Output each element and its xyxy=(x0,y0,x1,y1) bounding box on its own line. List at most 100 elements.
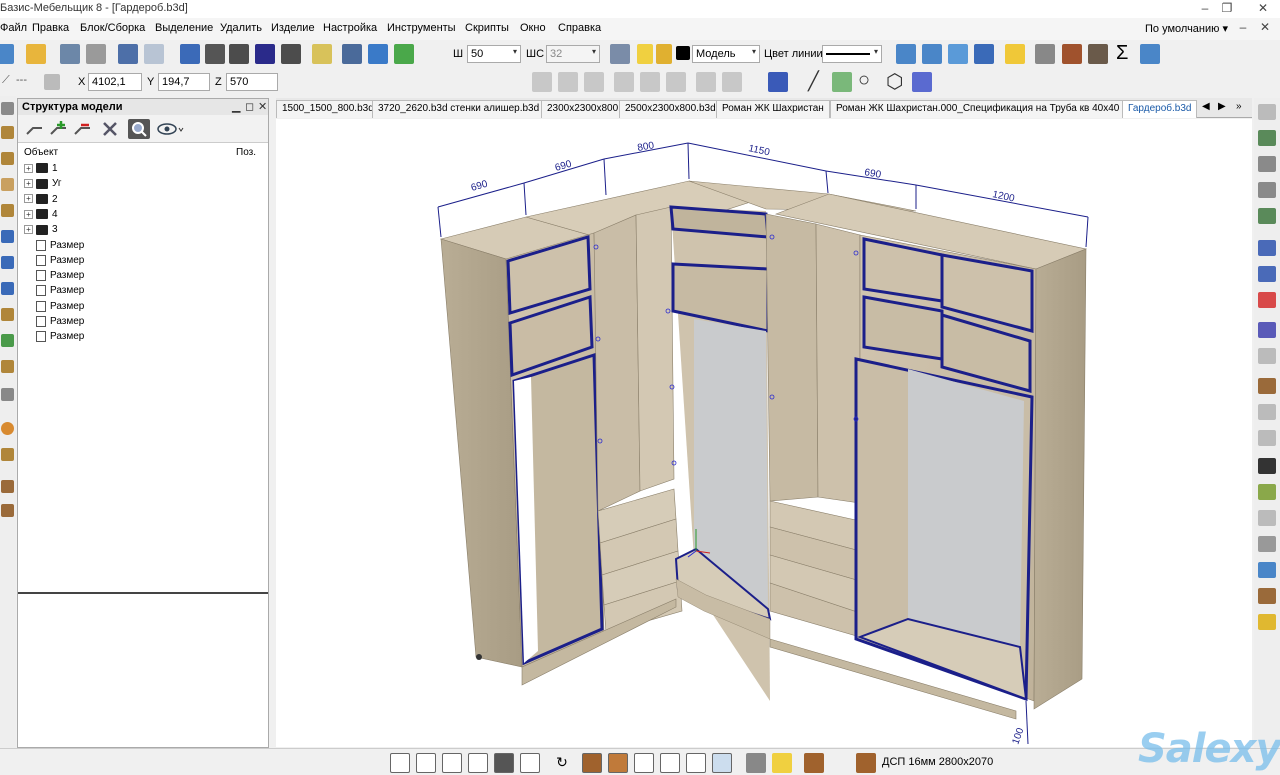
tool-wall-icon[interactable] xyxy=(1,178,14,191)
measure-icon[interactable] xyxy=(342,44,362,64)
tool-frame-icon[interactable] xyxy=(1,230,14,243)
tool-box-icon[interactable] xyxy=(1,480,14,493)
tool-shelf-icon[interactable] xyxy=(1,152,14,165)
wireframe-icon[interactable] xyxy=(1258,348,1276,364)
drawer-icon[interactable] xyxy=(722,72,742,92)
cube-iso-icon[interactable] xyxy=(520,753,540,773)
tab-document-6[interactable]: Роман ЖК Шахристан.000_Спецификация на Т… xyxy=(830,100,1126,118)
clock-icon[interactable] xyxy=(1258,536,1276,552)
tree-search-icon[interactable] xyxy=(128,119,150,139)
rotate-view-icon[interactable] xyxy=(368,44,388,64)
grid-icon[interactable] xyxy=(1258,510,1276,526)
panel-splitter[interactable] xyxy=(18,592,268,594)
view-back-icon[interactable] xyxy=(1258,208,1276,224)
tree-layer-item[interactable]: +1 xyxy=(24,163,58,178)
layers-icon[interactable] xyxy=(610,44,630,64)
tree-layer-item[interactable]: +3 xyxy=(24,224,58,239)
tab-document-5[interactable]: Роман ЖК Шахристан xyxy=(716,100,830,118)
expand-icon[interactable]: + xyxy=(24,194,33,204)
tool-curve-icon[interactable] xyxy=(1,204,14,217)
menu-scripts[interactable]: Скрипты xyxy=(465,22,509,34)
menu-product[interactable]: Изделие xyxy=(271,22,315,34)
tree-layer-item[interactable]: +4 xyxy=(24,209,58,224)
menu-settings[interactable]: Настройка xyxy=(323,22,377,34)
tab-document-4[interactable]: 2500x2300x800.b3d xyxy=(619,100,722,118)
tool-select-icon[interactable] xyxy=(1,102,14,115)
texture-view-icon[interactable] xyxy=(608,753,628,773)
line-style-select[interactable]: ▾ xyxy=(822,45,882,63)
profile-dropdown[interactable]: По умолчанию ▾ xyxy=(1145,22,1228,35)
tree-dimension-item[interactable]: Размер xyxy=(24,239,84,255)
x-coordinate-field[interactable]: 4102,1 xyxy=(88,73,142,91)
view-front-icon[interactable] xyxy=(1258,130,1276,146)
ortho-icon[interactable] xyxy=(281,44,301,64)
tab-document-3[interactable]: 2300x2300x800 xyxy=(541,100,625,118)
polyline-icon[interactable] xyxy=(832,72,852,92)
ruler-icon[interactable] xyxy=(312,44,332,64)
partition-icon[interactable] xyxy=(666,72,686,92)
box-outline-3-icon[interactable] xyxy=(686,753,706,773)
doc-close-button[interactable]: ✕ xyxy=(1250,19,1280,37)
z-coordinate-field[interactable]: 570 xyxy=(226,73,278,91)
menu-edit[interactable]: Правка xyxy=(32,22,69,34)
tool-bend-icon[interactable] xyxy=(1,360,14,373)
tool-timer-icon[interactable] xyxy=(1,388,14,401)
box-outline-2-icon[interactable] xyxy=(660,753,680,773)
width-field[interactable]: 50 ▾ xyxy=(467,45,521,63)
cube-shaded-icon[interactable] xyxy=(494,753,514,773)
circle-tool-icon[interactable]: ○ xyxy=(858,69,870,92)
panel-angle-icon[interactable] xyxy=(584,72,604,92)
solid-view-icon[interactable] xyxy=(582,753,602,773)
menu-block[interactable]: Блок/Сборка xyxy=(80,22,145,34)
zoom-extents-icon[interactable] xyxy=(896,44,916,64)
menu-selection[interactable]: Выделение xyxy=(155,22,213,34)
scissors-icon[interactable] xyxy=(1035,44,1055,64)
depth-field[interactable]: 32 ▾ xyxy=(546,45,600,63)
shelf-icon[interactable] xyxy=(614,72,634,92)
box-icon[interactable] xyxy=(394,44,414,64)
panel-side-icon[interactable] xyxy=(558,72,578,92)
tree-dimension-item[interactable]: Размер xyxy=(24,270,84,285)
tool-drawer-icon[interactable] xyxy=(1,282,14,295)
current-material[interactable]: ДСП 16мм 2800x2070 xyxy=(882,756,993,768)
view-right-icon[interactable] xyxy=(1258,182,1276,198)
tree-layer-item[interactable]: + Уг xyxy=(24,178,62,193)
restore-button[interactable]: ❐ xyxy=(1212,0,1242,18)
tree-add-icon[interactable] xyxy=(48,119,70,139)
model-icon[interactable] xyxy=(1258,322,1276,338)
sum-icon[interactable]: Σ xyxy=(1116,42,1128,65)
column-position[interactable]: Поз. xyxy=(236,147,256,158)
menu-delete[interactable]: Удалить xyxy=(220,22,262,34)
panel-front-icon[interactable] xyxy=(532,72,552,92)
mode-select[interactable]: Модель ▾ xyxy=(692,45,760,63)
menu-file[interactable]: Файл xyxy=(0,22,27,34)
refresh-icon[interactable]: ↻ xyxy=(552,753,572,773)
new-file-icon[interactable] xyxy=(0,44,14,64)
camera-icon[interactable] xyxy=(746,753,766,773)
polygon-tool-icon[interactable]: ⬡ xyxy=(886,69,903,94)
undo-icon[interactable] xyxy=(118,44,138,64)
tool-facade-icon[interactable] xyxy=(1,256,14,269)
cube-front-icon[interactable] xyxy=(416,753,436,773)
board-material-icon[interactable] xyxy=(856,753,876,773)
box-outline-1-icon[interactable] xyxy=(634,753,654,773)
material-icon[interactable] xyxy=(1258,378,1276,394)
menu-tools[interactable]: Инструменты xyxy=(387,22,456,34)
tree-layer-item[interactable]: +2 xyxy=(24,194,58,209)
y-coordinate-field[interactable]: 194,7 xyxy=(158,73,210,91)
layer-down-icon[interactable] xyxy=(1258,266,1276,282)
expand-icon[interactable]: + xyxy=(24,163,33,173)
cube-top-icon[interactable] xyxy=(442,753,462,773)
grid-snap-icon[interactable] xyxy=(205,44,225,64)
show-icon[interactable] xyxy=(1258,430,1276,446)
hand-icon[interactable] xyxy=(1258,614,1276,630)
move-icon[interactable] xyxy=(180,44,200,64)
dimension-tool-icon[interactable] xyxy=(912,72,932,92)
tree-dimension-item[interactable]: Размер xyxy=(24,285,84,300)
cube-side-icon[interactable] xyxy=(468,753,488,773)
panel-pin-button[interactable]: ▁ xyxy=(232,100,240,113)
tool-profile-icon[interactable] xyxy=(1,308,14,321)
view-top-icon[interactable] xyxy=(1258,104,1276,120)
print-icon[interactable] xyxy=(86,44,106,64)
layer-up-icon[interactable] xyxy=(1258,240,1276,256)
